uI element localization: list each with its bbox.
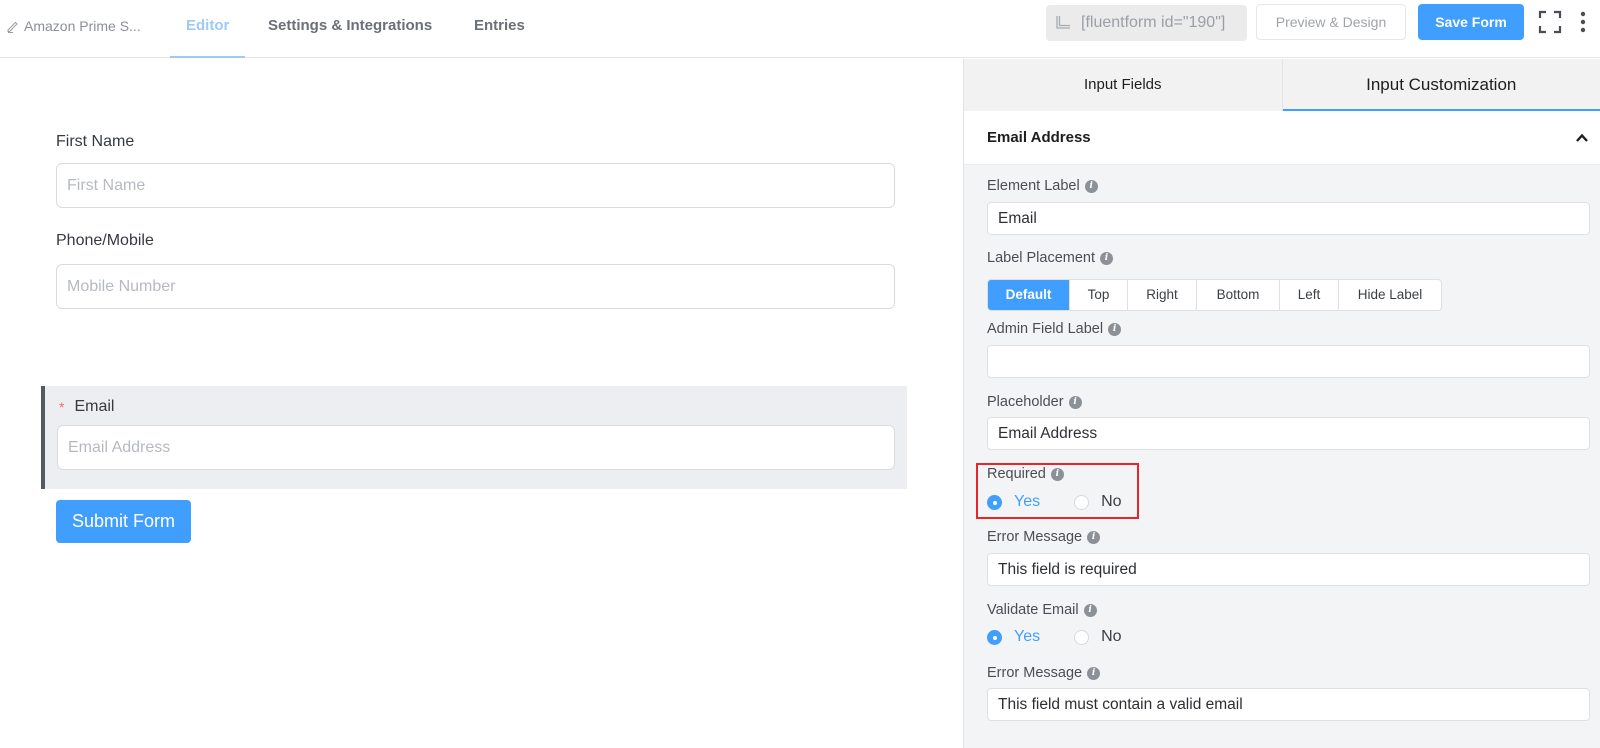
placement-left-button[interactable]: Left [1280,280,1339,310]
required-yes-label: Yes [1014,493,1041,510]
validate-email-text: Validate Email [987,602,1079,618]
radio-checked-icon[interactable] [987,494,1002,510]
error-message-label: Error Message i [987,529,1101,545]
element-label-input[interactable]: Email [987,202,1590,235]
label-placement-label: Label Placement i [987,250,1114,266]
validate-email-yes-radio[interactable]: Yes [987,628,1040,646]
tab-settings-integrations[interactable]: Settings & Integrations [252,0,448,58]
validate-email-yes-label: Yes [1014,628,1041,645]
field-label-email: Email [74,398,115,415]
tab-editor[interactable]: Editor [170,0,246,58]
field-label-phone: Phone/Mobile [56,232,154,249]
required-text: Required [987,466,1046,482]
first-name-input[interactable]: First Name [56,163,895,208]
form-name-label: Amazon Prime S... [24,18,141,34]
required-no-label: No [1101,493,1122,510]
email-field-label-row: * Email [59,398,114,416]
radio-unchecked-icon[interactable] [1074,629,1090,645]
info-icon[interactable]: i [1087,530,1101,544]
admin-field-label-text: Admin Field Label [987,321,1104,337]
email-input[interactable]: Email Address [57,425,895,470]
required-star: * [59,399,65,415]
validate-email-no-radio[interactable]: No [1074,628,1122,646]
tab-entries[interactable]: Entries [458,0,541,58]
panel-tabs: Input Fields Input Customization [964,59,1600,111]
info-icon[interactable]: i [1084,179,1098,193]
error-message-input[interactable]: This field is required [987,553,1590,586]
email-field-block-selected[interactable]: * Email Email Address [41,386,907,489]
label-placement-text: Label Placement [987,250,1096,266]
more-vertical-icon[interactable] [1578,10,1588,34]
info-icon[interactable]: i [1050,467,1064,481]
required-no-radio[interactable]: No [1074,493,1122,511]
submit-form-button[interactable]: Submit Form [56,500,191,543]
shortcode-text: [fluentform id="190"] [1081,14,1226,31]
save-form-button[interactable]: Save Form [1418,4,1524,40]
info-icon[interactable]: i [1100,251,1114,265]
tab-input-customization[interactable]: Input Customization [1282,59,1600,111]
placement-hide-label-button[interactable]: Hide Label [1339,280,1441,310]
validate-error-message-input[interactable]: This field must contain a valid email [987,688,1590,721]
preview-design-button[interactable]: Preview & Design [1256,4,1406,40]
section-title: Email Address [987,129,1091,146]
info-icon[interactable]: i [1108,322,1122,336]
radio-checked-icon[interactable] [987,629,1002,645]
copy-icon [1056,16,1070,29]
form-name[interactable]: Amazon Prime S... [6,18,141,34]
admin-field-label-label: Admin Field Label i [987,321,1122,337]
required-yes-radio[interactable]: Yes [987,493,1040,511]
validate-error-message-text: Error Message [987,665,1083,681]
top-bar: Amazon Prime S... Editor Settings & Inte… [0,0,1600,58]
section-header[interactable]: Email Address [964,111,1600,165]
required-radio-group: Yes No [987,493,1122,511]
element-label-label: Element Label i [987,178,1098,194]
required-label: Required i [987,466,1064,482]
info-icon[interactable]: i [1083,603,1097,617]
validate-error-message-label: Error Message i [987,665,1101,681]
info-icon[interactable]: i [1087,666,1101,680]
admin-field-label-input[interactable] [987,345,1590,378]
error-message-text: Error Message [987,529,1083,545]
chevron-up-icon[interactable] [1575,131,1589,145]
placement-default-button[interactable]: Default [988,280,1070,310]
validate-email-radio-group: Yes No [987,628,1122,646]
fullscreen-icon[interactable] [1538,10,1562,34]
phone-input[interactable]: Mobile Number [56,264,895,309]
form-canvas: First Name First Name Phone/Mobile Mobil… [0,59,963,748]
placeholder-text: Placeholder [987,394,1064,410]
placement-bottom-button[interactable]: Bottom [1197,280,1280,310]
validate-email-label: Validate Email i [987,602,1097,618]
tab-input-fields[interactable]: Input Fields [964,59,1283,111]
placement-top-button[interactable]: Top [1070,280,1128,310]
label-placement-segmented: Default Top Right Bottom Left Hide Label [987,279,1442,311]
element-label-text: Element Label [987,178,1080,194]
placeholder-input[interactable]: Email Address [987,417,1590,450]
placement-right-button[interactable]: Right [1128,280,1197,310]
placeholder-label: Placeholder i [987,394,1082,410]
validate-email-no-label: No [1101,628,1122,645]
field-label-first-name: First Name [56,133,135,150]
info-icon[interactable]: i [1068,395,1082,409]
settings-panel: Input Fields Input Customization Email A… [963,59,1600,748]
shortcode-copy[interactable]: [fluentform id="190"] [1046,5,1247,41]
pencil-icon [7,21,18,33]
radio-unchecked-icon[interactable] [1074,494,1090,510]
